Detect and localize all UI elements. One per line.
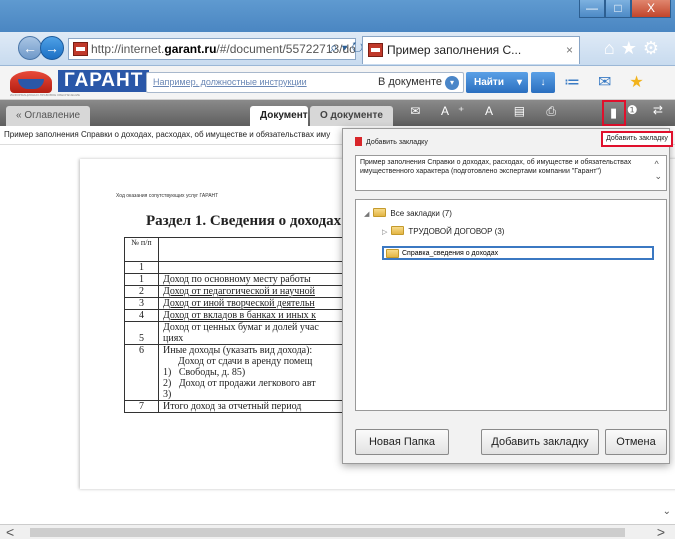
folder-icon — [386, 249, 399, 258]
section-title: Раздел 1. Сведения о доходах1 — [146, 211, 346, 230]
search-scope-select[interactable]: В документе ▾ — [378, 75, 459, 90]
horizontal-scrollbar[interactable]: < > — [0, 524, 675, 539]
section-title-text: Раздел 1. Сведения о доходах — [146, 213, 342, 229]
tree-item-label: ТРУДОВОЙ ДОГОВОР (3) — [408, 227, 505, 236]
row-number: 1 — [124, 273, 159, 286]
find-button[interactable]: Найти — [466, 72, 528, 93]
window-controls: — □ X — [579, 0, 671, 20]
info-share-icons[interactable]: ❶ ⇄ — [627, 103, 669, 117]
document-tabs-bar: « Оглавление Документ О документе ✉ A⁺ A… — [0, 100, 675, 126]
forward-button[interactable]: → — [40, 36, 64, 60]
document-tool-icons[interactable]: ✉ A⁺ A ▤ ⎙ — [410, 104, 565, 119]
search-placeholder: Например, должностные инструкции — [153, 77, 307, 87]
download-button[interactable]: ↓ — [531, 72, 555, 93]
new-folder-name-input[interactable] — [402, 248, 642, 258]
row-number: 4 — [124, 309, 159, 322]
browser-navbar: ← → http://internet.garant.ru/#/document… — [0, 32, 675, 66]
home-favorites-settings-icons[interactable]: ⌂★⚙ — [604, 38, 665, 59]
mail-icon[interactable]: ✉ — [598, 74, 629, 91]
row-number: 5 — [124, 321, 159, 345]
index-cell: 1 — [124, 261, 159, 274]
bookmark-flag-icon — [355, 137, 362, 146]
tab-about-document[interactable]: О документе — [310, 106, 393, 126]
url-prefix: http://internet. — [91, 42, 165, 56]
toolbar-icons: ≔✉★ — [564, 72, 662, 92]
tab-title: Пример заполнения С... — [387, 43, 522, 57]
logo-tagline: ИНФОРМАЦИОННО-ПРАВОВОЕ ОБЕСПЕЧЕНИЕ — [10, 93, 80, 97]
scroll-left-icon[interactable]: < — [6, 524, 14, 539]
scroll-arrows-icon[interactable]: ^ ⌄ — [654, 158, 662, 182]
search-scope-label: В документе — [377, 76, 442, 88]
row-number: 6 — [124, 344, 159, 401]
add-bookmark-confirm-button[interactable]: Добавить закладку — [481, 429, 599, 455]
close-window-button[interactable]: X — [631, 0, 671, 18]
minimize-button[interactable]: — — [579, 0, 605, 18]
folder-icon — [373, 208, 387, 217]
collapsed-arrow-icon[interactable]: ▷ — [382, 229, 387, 236]
document-note: Ход оказания сопутствующих услуг ГАРАНТ — [116, 193, 219, 199]
new-folder-row[interactable] — [382, 246, 654, 260]
new-folder-button[interactable]: Новая Папка — [355, 429, 449, 455]
dialog-title: Добавить закладку — [366, 139, 428, 146]
add-bookmark-button[interactable]: ▮ — [602, 100, 626, 126]
tab-document[interactable]: Документ — [250, 106, 308, 126]
cancel-button[interactable]: Отмена — [605, 429, 667, 455]
tree-item-labor-contract[interactable]: ▷ ТРУДОВОЙ ДОГОВОР (3) — [382, 226, 504, 236]
bookmark-icon: ▮ — [610, 105, 618, 120]
row-number: 3 — [124, 297, 159, 310]
header-num: № п/п — [124, 237, 159, 262]
scroll-thumb[interactable] — [30, 528, 625, 537]
row-number: 7 — [124, 400, 159, 413]
chevron-down-icon: ▾ — [445, 76, 459, 90]
favorites-star-icon[interactable]: ★ — [629, 74, 661, 91]
dialog-header: Добавить закладку — [355, 137, 428, 146]
maximize-button[interactable]: □ — [605, 0, 631, 18]
logo-mark-icon — [10, 71, 52, 93]
add-bookmark-tooltip: Добавить закладку — [601, 131, 673, 147]
garant-toolbar: ГАРАНТ ИНФОРМАЦИОННО-ПРАВОВОЕ ОБЕСПЕЧЕНИ… — [0, 66, 675, 100]
url-domain: garant.ru — [164, 42, 217, 56]
address-bar[interactable]: http://internet.garant.ru/#/document/557… — [68, 38, 356, 60]
garant-logo[interactable]: ГАРАНТ ИНФОРМАЦИОННО-ПРАВОВОЕ ОБЕСПЕЧЕНИ… — [10, 69, 150, 97]
bookmark-title-text: Пример заполнения Справки о доходах, рас… — [360, 159, 632, 175]
bookmark-folder-tree: ◢ Все закладки (7) ▷ ТРУДОВОЙ ДОГОВОР (3) — [355, 199, 667, 411]
document-breadcrumb: Пример заполнения Справки о доходах, рас… — [4, 130, 331, 139]
search-input[interactable]: Например, должностные инструкции В докум… — [146, 72, 464, 93]
window-titlebar: — □ X — [0, 0, 675, 32]
expand-arrow-icon[interactable]: ◢ — [364, 211, 369, 218]
tab-close-icon[interactable]: × — [566, 37, 573, 63]
address-tools[interactable]: ⌕ ▾ ↻ — [330, 39, 363, 56]
add-bookmark-dialog: Добавить закладку Пример заполнения Спра… — [342, 128, 670, 464]
tree-item-label: Все закладки (7) — [390, 209, 452, 218]
back-button[interactable]: ← — [18, 36, 42, 60]
scroll-down-icon[interactable]: ⌄ — [663, 506, 671, 517]
browser-tab[interactable]: Пример заполнения С... × — [362, 36, 580, 64]
logo-wordmark: ГАРАНТ — [58, 70, 150, 92]
tree-item-all-bookmarks[interactable]: ◢ Все закладки (7) — [364, 208, 452, 218]
scroll-right-icon[interactable]: > — [657, 524, 665, 539]
row-number: 2 — [124, 285, 159, 298]
tab-table-of-contents[interactable]: « Оглавление — [6, 106, 91, 126]
bookmark-title-field[interactable]: Пример заполнения Справки о доходах, рас… — [355, 155, 667, 191]
filter-list-icon[interactable]: ≔ — [564, 74, 598, 91]
site-favicon-icon — [73, 42, 88, 56]
tab-favicon-icon — [368, 43, 383, 57]
folder-icon — [391, 226, 405, 235]
